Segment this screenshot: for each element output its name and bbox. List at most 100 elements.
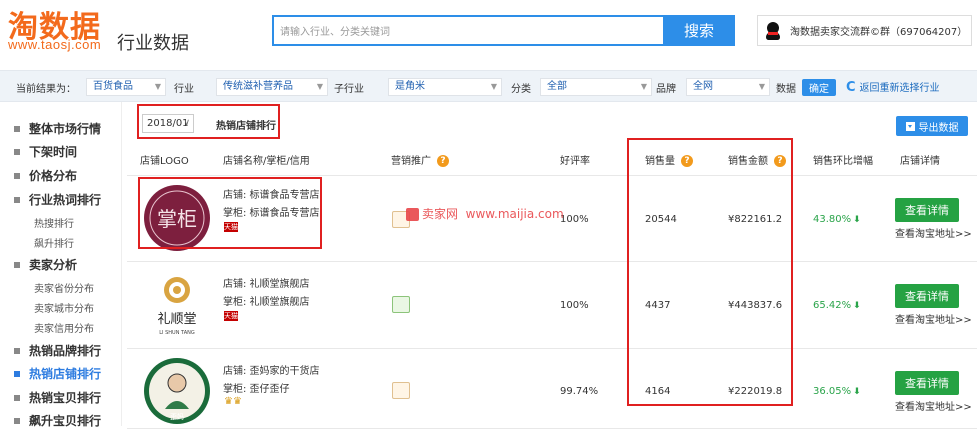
col-logo: 店铺LOGO: [140, 156, 189, 167]
col-growth: 销售环比增幅: [813, 156, 873, 167]
sales-amount-value: ¥443837.6: [728, 300, 783, 311]
site-url: www.taosj.com: [8, 37, 102, 52]
sidebar-item-rising-items[interactable]: 飙升宝贝排行: [14, 412, 101, 429]
tmall-badge: 天猫: [224, 311, 238, 321]
chevron-down-icon: ▼: [316, 82, 323, 91]
view-detail-button[interactable]: 查看详情: [895, 371, 959, 395]
rank-title: 热销店铺排行: [216, 121, 276, 132]
arrow-down-icon: ⬇: [853, 301, 861, 311]
brand-label: 品牌: [656, 84, 676, 95]
brand-select[interactable]: 全网 ▼: [686, 78, 770, 96]
chevron-down-icon: ▼: [490, 82, 497, 91]
view-detail-button[interactable]: 查看详情: [895, 284, 959, 308]
sub-industry-select[interactable]: 是角米 ▼: [388, 78, 502, 96]
table-header: 店铺LOGO 店铺名称/掌柜/信用 营销推广? 好评率 销售量? 销售金额? 销…: [127, 142, 977, 176]
sidebar-subitem-seller-city[interactable]: 卖家城市分布: [34, 300, 94, 315]
logo-glyph: 掌柜: [157, 207, 197, 231]
sales-qty-value: 20544: [645, 214, 677, 225]
sidebar-subitem-seller-credit[interactable]: 卖家信用分布: [34, 320, 94, 335]
shop-name[interactable]: 店铺: 歪妈家的干货店: [223, 362, 320, 377]
sidebar-item-market[interactable]: 整体市场行情: [14, 120, 101, 137]
sidebar-subitem-rising[interactable]: 飙升排行: [34, 235, 74, 250]
rating-value: 100%: [560, 300, 589, 311]
search-input[interactable]: 请输入行业、分类关键词: [272, 15, 664, 46]
taobao-link[interactable]: 查看淘宝地址>>: [895, 225, 972, 240]
month-select[interactable]: 2018/01 ∨: [142, 114, 194, 133]
arrow-down-icon: ⬇: [853, 215, 861, 225]
col-promo: 营销推广?: [391, 152, 449, 167]
logo-glyph: 歪妈: [170, 412, 184, 421]
promo-icon: [392, 296, 410, 313]
shop-logo: 礼顺堂 LI SHUN TANG: [143, 270, 211, 338]
help-icon[interactable]: ?: [681, 155, 693, 167]
refresh-icon: C: [846, 80, 856, 95]
filter-bar: 当前结果为： 百货食品 ▼ 行业 传统滋补营养品 ▼ 子行业 是角米 ▼ 分类 全部 ▼…: [0, 70, 977, 102]
col-sales-amount: 销售金额?: [728, 152, 786, 167]
growth-value: 36.05% ⬇: [813, 386, 861, 397]
shop-name[interactable]: 店铺: 礼顺堂旗舰店: [223, 275, 310, 290]
crown-icon: ♛♛: [224, 396, 242, 407]
taobao-link[interactable]: 查看淘宝地址>>: [895, 398, 972, 413]
download-icon: [905, 121, 915, 131]
page-title: 行业数据: [117, 33, 189, 54]
arrow-down-icon: ⬇: [853, 387, 861, 397]
logo-glyph: 礼顺堂: [157, 311, 196, 327]
sidebar: 整体市场行情 下架时间 价格分布 行业热词排行 热搜排行 飙升排行 卖家分析 卖…: [0, 102, 122, 429]
rating-value: 100%: [560, 214, 589, 225]
sales-qty-value: 4164: [645, 386, 671, 397]
data-label: 数据: [776, 84, 796, 95]
chevron-down-icon: ▼: [758, 82, 765, 91]
growth-value: 43.80% ⬇: [813, 214, 861, 225]
search-button[interactable]: 搜索: [663, 15, 735, 46]
growth-value: 65.42% ⬇: [813, 300, 861, 311]
export-button[interactable]: 导出数据: [896, 116, 968, 136]
header: 淘数据 www.taosj.com 行业数据 请输入行业、分类关键词 搜索 淘数…: [0, 0, 977, 62]
table-row: 礼顺堂 LI SHUN TANG 店铺: 礼顺堂旗舰店 掌柜: 礼顺堂旗舰店 天…: [127, 262, 977, 349]
qq-group-text: 淘数据卖家交流群©群（697064207）: [790, 27, 968, 38]
promo-icon: [392, 382, 410, 399]
view-detail-button[interactable]: 查看详情: [895, 198, 959, 222]
qq-penguin-icon: [766, 21, 780, 40]
watermark-icon: [406, 208, 419, 221]
logo-subtext: LI SHUN TANG: [159, 330, 195, 336]
sidebar-item-hot-words[interactable]: 行业热词排行: [14, 191, 101, 208]
shop-keeper: 掌柜: 歪仔歪仔: [223, 384, 290, 395]
shop-logo: 掌柜: [143, 184, 211, 252]
current-result-label: 当前结果为：: [16, 84, 76, 95]
chevron-down-icon: ▼: [640, 82, 647, 91]
sidebar-item-hot-shops[interactable]: 热销店铺排行: [14, 365, 101, 382]
sidebar-subitem-seller-province[interactable]: 卖家省份分布: [34, 280, 94, 295]
sales-amount-value: ¥222019.8: [728, 386, 783, 397]
back-reselect-link[interactable]: C 返回重新选择行业: [846, 79, 940, 95]
watermark: 卖家网 www.maijia.com: [406, 205, 564, 222]
sales-qty-value: 4437: [645, 300, 671, 311]
shop-logo: 歪妈: [143, 357, 211, 425]
sidebar-item-hot-brands[interactable]: 热销品牌排行: [14, 342, 101, 359]
class-label: 分类: [511, 84, 531, 95]
tmall-badge: 天猫: [224, 222, 238, 232]
shop-keeper: 掌柜: 礼顺堂旗舰店: [223, 297, 310, 308]
sidebar-item-hot-items[interactable]: 热销宝贝排行: [14, 389, 101, 406]
col-rating: 好评率: [560, 156, 590, 167]
sidebar-item-price-dist[interactable]: 价格分布: [14, 167, 77, 184]
sidebar-item-seller-analysis[interactable]: 卖家分析: [14, 256, 77, 273]
class-select[interactable]: 全部 ▼: [540, 78, 652, 96]
table-row: 歪妈 店铺: 歪妈家的干货店 掌柜: 歪仔歪仔 ♛♛ 99.74% 4164 ¥…: [127, 349, 977, 429]
col-name: 店铺名称/掌柜/信用: [223, 156, 310, 167]
qq-group-box[interactable]: 淘数据卖家交流群©群（697064207）: [757, 15, 972, 46]
sidebar-item-offshelf-time[interactable]: 下架时间: [14, 143, 77, 160]
help-icon[interactable]: ?: [437, 155, 449, 167]
category-select[interactable]: 百货食品 ▼: [86, 78, 166, 96]
shop-keeper: 掌柜: 标谱食品专营店: [223, 208, 320, 219]
taobao-link[interactable]: 查看淘宝地址>>: [895, 311, 972, 326]
shop-name[interactable]: 店铺: 标谱食品专营店: [223, 186, 320, 201]
sidebar-subitem-hot-search[interactable]: 热搜排行: [34, 215, 74, 230]
sales-amount-value: ¥822161.2: [728, 214, 783, 225]
rating-value: 99.74%: [560, 386, 599, 397]
sub-industry-label: 子行业: [334, 84, 364, 95]
chevron-down-icon: ∨: [183, 118, 190, 128]
industry-select[interactable]: 传统滋补营养品 ▼: [216, 78, 328, 96]
confirm-button[interactable]: 确定: [802, 79, 836, 96]
help-icon[interactable]: ?: [774, 155, 786, 167]
col-sales-qty: 销售量?: [645, 152, 693, 167]
